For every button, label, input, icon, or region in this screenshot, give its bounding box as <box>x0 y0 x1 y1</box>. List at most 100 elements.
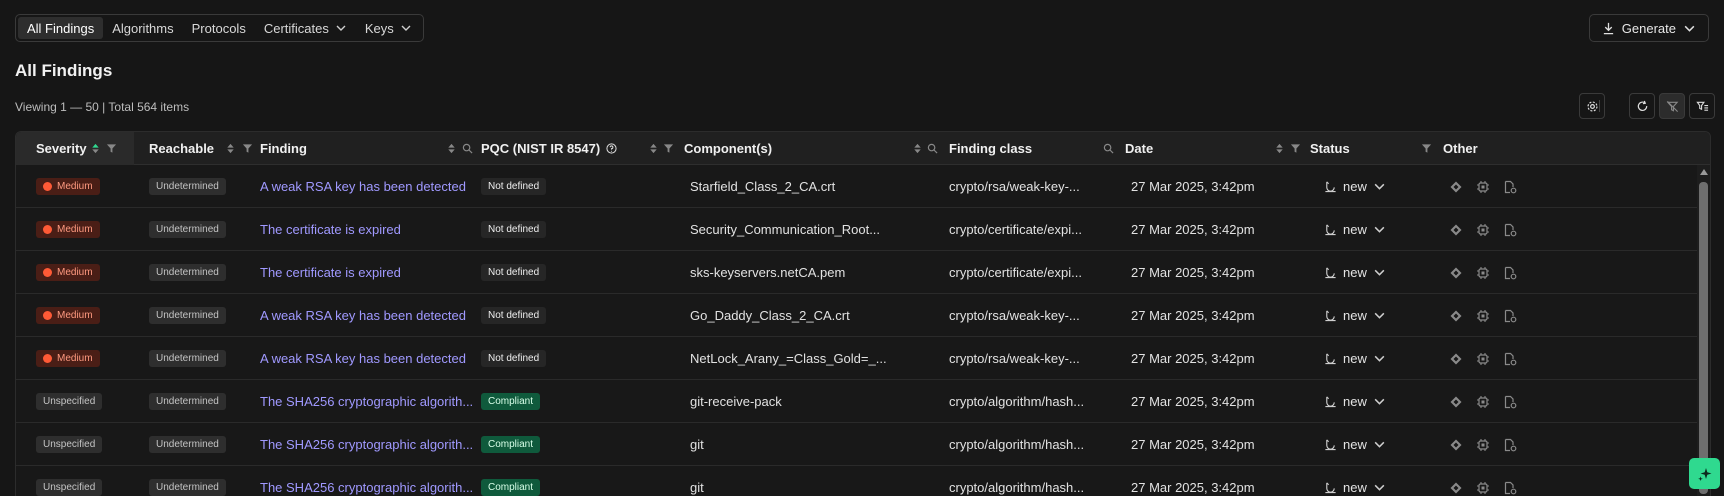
generate-button[interactable]: Generate <box>1588 14 1709 42</box>
file-settings-icon[interactable] <box>1503 438 1517 452</box>
column-header-pqc[interactable]: PQC (NIST IR 8547) <box>481 132 696 165</box>
chip-icon[interactable] <box>1476 266 1490 280</box>
clear-filters-button[interactable] <box>1659 93 1685 119</box>
table-row[interactable]: Medium Undetermined A weak RSA key has bee… <box>16 337 1697 380</box>
table-settings-button[interactable] <box>1579 93 1605 119</box>
chip-icon[interactable] <box>1476 309 1490 323</box>
finding-link[interactable]: The SHA256 cryptographic algorith... <box>260 480 473 495</box>
table-row[interactable]: Unspecified Undetermined The SHA256 crypto… <box>16 380 1697 423</box>
sort-icon[interactable] <box>648 143 659 154</box>
table-row[interactable]: Medium Undetermined The certificate is exp… <box>16 208 1697 251</box>
table-row[interactable]: Medium Undetermined The certificate is exp… <box>16 251 1697 294</box>
status-label: new <box>1343 265 1367 280</box>
status-dropdown[interactable]: new <box>1324 480 1386 495</box>
chip-icon[interactable] <box>1476 180 1490 194</box>
finding-link[interactable]: A weak RSA key has been detected <box>260 179 466 194</box>
filter-icon[interactable] <box>106 143 117 154</box>
finding-link[interactable]: The certificate is expired <box>260 222 401 237</box>
pqc-cell: Compliant <box>481 466 541 496</box>
diamond-icon[interactable] <box>1449 266 1463 280</box>
table-row[interactable]: Unspecified Undetermined The SHA256 crypto… <box>16 423 1697 466</box>
sort-icon[interactable] <box>1274 143 1285 154</box>
file-settings-icon[interactable] <box>1503 352 1517 366</box>
column-header-date[interactable]: Date <box>1125 132 1305 165</box>
tab-protocols[interactable]: Protocols <box>183 17 255 39</box>
reachable-cell: Undetermined <box>149 251 226 294</box>
status-dropdown[interactable]: new <box>1324 437 1386 452</box>
ai-assistant-button[interactable] <box>1689 458 1720 489</box>
table-row[interactable]: Medium Undetermined A weak RSA key has bee… <box>16 165 1697 208</box>
tab-algorithms[interactable]: Algorithms <box>103 17 182 39</box>
diamond-icon[interactable] <box>1449 180 1463 194</box>
column-header-finding[interactable]: Finding <box>260 132 480 165</box>
finding-link[interactable]: The SHA256 cryptographic algorith... <box>260 437 473 452</box>
diamond-icon[interactable] <box>1449 309 1463 323</box>
sort-icon[interactable] <box>225 143 236 154</box>
diamond-icon[interactable] <box>1449 438 1463 452</box>
row-actions <box>1449 352 1517 366</box>
chip-icon[interactable] <box>1476 438 1490 452</box>
finding-link[interactable]: The certificate is expired <box>260 265 401 280</box>
sort-icon[interactable] <box>912 143 923 154</box>
severity-cell: Medium <box>36 165 100 208</box>
status-dropdown[interactable]: new <box>1324 351 1386 366</box>
download-icon <box>1603 22 1613 34</box>
status-dropdown[interactable]: new <box>1324 308 1386 323</box>
tab-keys[interactable]: Keys <box>356 17 421 39</box>
file-settings-icon[interactable] <box>1503 266 1517 280</box>
vertical-scrollbar[interactable] <box>1697 165 1710 496</box>
sort-icon[interactable] <box>446 143 457 154</box>
chevron-down-icon <box>1374 269 1385 276</box>
column-header-severity[interactable]: Severity <box>16 132 134 165</box>
filter-icon[interactable] <box>1290 143 1301 154</box>
table-row[interactable]: Unspecified Undetermined The SHA256 crypto… <box>16 466 1697 496</box>
search-icon[interactable] <box>462 143 473 154</box>
status-dropdown[interactable]: new <box>1324 265 1386 280</box>
reachable-cell: Undetermined <box>149 208 226 251</box>
diamond-icon[interactable] <box>1449 223 1463 237</box>
filter-icon[interactable] <box>1421 143 1432 154</box>
file-settings-icon[interactable] <box>1503 223 1517 237</box>
chip-icon[interactable] <box>1476 223 1490 237</box>
column-header-status[interactable]: Status <box>1310 132 1440 165</box>
diamond-icon[interactable] <box>1449 352 1463 366</box>
status-dropdown[interactable]: new <box>1324 394 1386 409</box>
tab-certificates[interactable]: Certificates <box>255 17 356 39</box>
reachable-cell: Undetermined <box>149 423 226 466</box>
chevron-down-icon <box>1374 398 1385 405</box>
tab-all-findings[interactable]: All Findings <box>18 17 104 39</box>
file-settings-icon[interactable] <box>1503 309 1517 323</box>
sort-ascending-icon[interactable] <box>90 143 101 154</box>
refresh-button[interactable] <box>1629 93 1655 119</box>
diamond-icon[interactable] <box>1449 395 1463 409</box>
column-header-finding-class[interactable]: Finding class <box>949 132 1119 165</box>
column-header-reachable[interactable]: Reachable <box>149 132 269 165</box>
filter-icon[interactable] <box>242 143 253 154</box>
reachable-badge: Undetermined <box>149 436 226 453</box>
filter-list-button[interactable] <box>1689 93 1715 119</box>
scroll-up-arrow[interactable] <box>1700 169 1708 175</box>
search-icon[interactable] <box>1103 143 1114 154</box>
tab-label: Protocols <box>191 20 246 36</box>
date-cell: 27 Mar 2025, 3:42pm <box>1131 294 1255 337</box>
filter-icon[interactable] <box>663 143 674 154</box>
file-settings-icon[interactable] <box>1503 395 1517 409</box>
finding-link[interactable]: The SHA256 cryptographic algorith... <box>260 394 473 409</box>
finding-link[interactable]: A weak RSA key has been detected <box>260 308 466 323</box>
finding-link[interactable]: A weak RSA key has been detected <box>260 351 466 366</box>
diamond-icon[interactable] <box>1449 481 1463 495</box>
column-header-component[interactable]: Component(s) <box>684 132 944 165</box>
scrollbar-thumb[interactable] <box>1699 182 1708 494</box>
status-dropdown[interactable]: new <box>1324 222 1386 237</box>
file-settings-icon[interactable] <box>1503 481 1517 495</box>
severity-label: Unspecified <box>43 396 96 407</box>
search-icon[interactable] <box>927 143 938 154</box>
status-dropdown[interactable]: new <box>1324 179 1386 194</box>
chip-icon[interactable] <box>1476 395 1490 409</box>
file-settings-icon[interactable] <box>1503 180 1517 194</box>
help-icon[interactable] <box>606 143 617 154</box>
chip-icon[interactable] <box>1476 352 1490 366</box>
chip-icon[interactable] <box>1476 481 1490 495</box>
finding-class-cell: crypto/certificate/expi... <box>949 208 1082 251</box>
table-row[interactable]: Medium Undetermined A weak RSA key has bee… <box>16 294 1697 337</box>
